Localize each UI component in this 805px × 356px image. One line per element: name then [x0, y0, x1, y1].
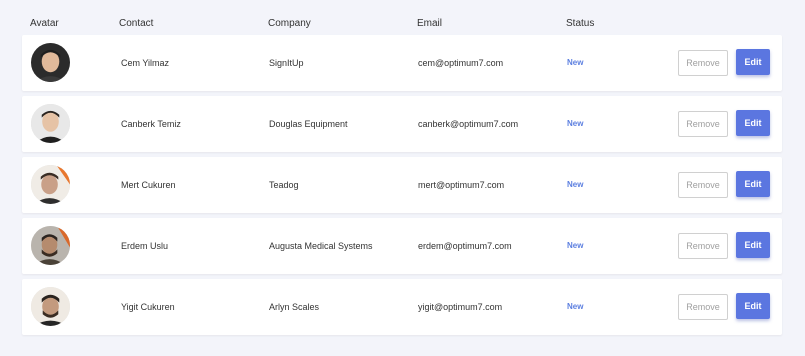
email: cem@optimum7.com: [418, 58, 504, 68]
avatar: [31, 43, 70, 82]
status-badge: New: [567, 241, 584, 250]
contact-name: Erdem Uslu: [121, 241, 169, 251]
avatar-photo-icon: [31, 165, 70, 204]
table-row: Erdem Uslu Augusta Medical Systems erdem…: [22, 218, 782, 274]
header-email: Email: [417, 18, 443, 29]
avatar: [31, 165, 70, 204]
avatar-photo-icon: [31, 43, 70, 82]
avatar: [31, 226, 70, 265]
email: erdem@optimum7.com: [418, 241, 512, 251]
remove-button[interactable]: Remove: [678, 111, 728, 137]
table-row: Yigit Cukuren Arlyn Scales yigit@optimum…: [22, 279, 782, 335]
status-badge: New: [567, 302, 584, 311]
company-name: Douglas Equipment: [269, 119, 348, 129]
edit-button[interactable]: Edit: [736, 232, 770, 258]
contact-name: Canberk Temiz: [121, 119, 181, 129]
company-name: Arlyn Scales: [269, 302, 320, 312]
table-row: Cem Yilmaz SignItUp cem@optimum7.com New…: [22, 35, 782, 91]
header-status: Status: [566, 18, 595, 29]
header-company: Company: [268, 18, 311, 29]
avatar-photo-icon: [31, 287, 70, 326]
edit-button[interactable]: Edit: [736, 171, 770, 197]
remove-button[interactable]: Remove: [678, 50, 728, 76]
company-name: Teadog: [269, 180, 299, 190]
email: mert@optimum7.com: [418, 180, 505, 190]
header-contact: Contact: [119, 18, 154, 29]
email: yigit@optimum7.com: [418, 302, 503, 312]
edit-button[interactable]: Edit: [736, 110, 770, 136]
remove-button[interactable]: Remove: [678, 233, 728, 259]
status-badge: New: [567, 119, 584, 128]
table-header: Avatar Contact Company Email Status: [0, 0, 805, 36]
email: canberk@optimum7.com: [418, 119, 519, 129]
edit-button[interactable]: Edit: [736, 293, 770, 319]
contact-name: Mert Cukuren: [121, 180, 176, 190]
avatar-photo-icon: [31, 226, 70, 265]
status-badge: New: [567, 180, 584, 189]
contact-name: Cem Yilmaz: [121, 58, 170, 68]
remove-button[interactable]: Remove: [678, 294, 728, 320]
table-row: Mert Cukuren Teadog mert@optimum7.com Ne…: [22, 157, 782, 213]
avatar: [31, 287, 70, 326]
remove-button[interactable]: Remove: [678, 172, 728, 198]
company-name: SignItUp: [269, 58, 304, 68]
contact-name: Yigit Cukuren: [121, 302, 175, 312]
company-name: Augusta Medical Systems: [269, 241, 373, 251]
header-avatar: Avatar: [30, 18, 59, 29]
edit-button[interactable]: Edit: [736, 49, 770, 75]
avatar: [31, 104, 70, 143]
status-badge: New: [567, 58, 584, 67]
table-row: Canberk Temiz Douglas Equipment canberk@…: [22, 96, 782, 152]
avatar-photo-icon: [31, 104, 70, 143]
